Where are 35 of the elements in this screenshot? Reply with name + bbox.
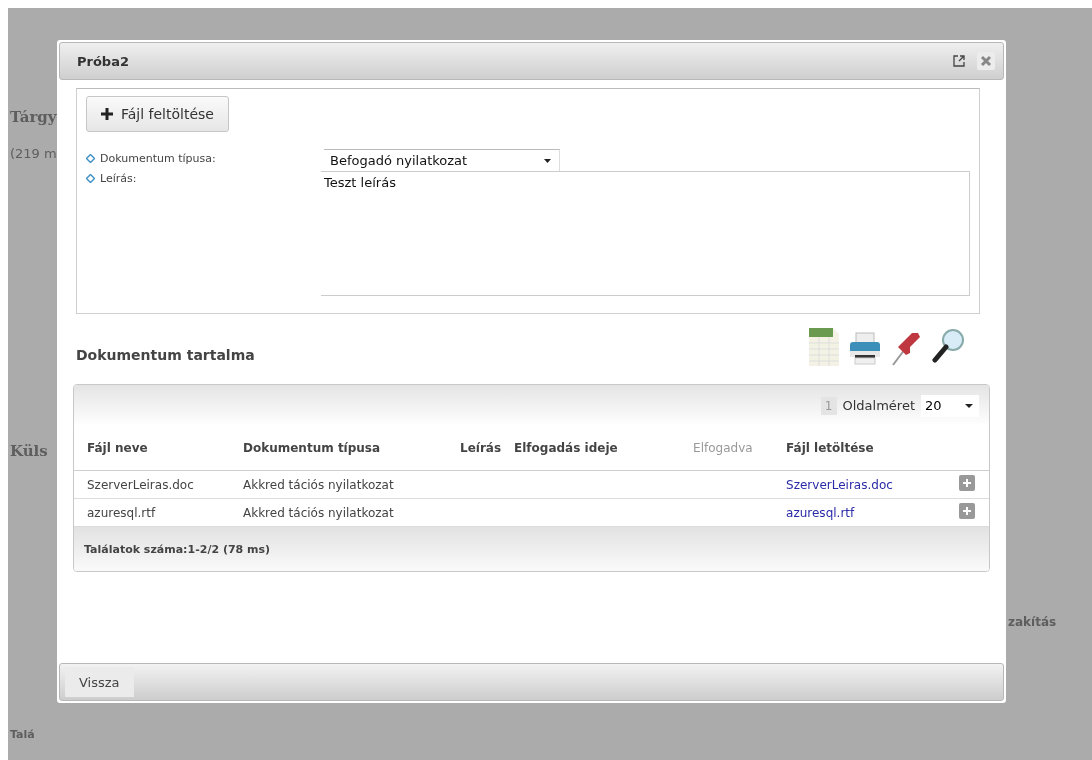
table-cell: Akkred tációs nyilatkozat xyxy=(230,498,447,527)
download-link[interactable]: SzerverLeiras.doc xyxy=(786,477,893,492)
column-header[interactable]: Fájl letöltése xyxy=(773,426,932,471)
background-text: (219 m xyxy=(10,146,57,161)
background-text: Talá xyxy=(10,728,35,741)
page-size-label: Oldalméret xyxy=(842,398,915,413)
column-header[interactable]: Elfogadás ideje xyxy=(501,426,681,471)
table-cell: azuresql.rtf xyxy=(74,498,230,527)
dialog-title: Próba2 xyxy=(77,53,129,69)
back-button[interactable]: Vissza xyxy=(65,667,134,697)
section-title: Dokumentum tartalma xyxy=(76,347,255,363)
background-text: Küls xyxy=(10,442,48,460)
upload-button[interactable]: Fájl feltöltése xyxy=(86,96,229,132)
column-header[interactable]: Fájl neve xyxy=(74,426,230,471)
table-cell: Akkred tációs nyilatkozat xyxy=(230,470,447,499)
field-label: Dokumentum típusa: xyxy=(100,151,216,165)
background-text: zakítás xyxy=(1008,615,1057,629)
caret-icon xyxy=(965,403,973,408)
table-cell: SzerverLeiras.doc xyxy=(74,470,230,499)
download-link[interactable]: azuresql.rtf xyxy=(786,505,855,520)
document-type-dropdown[interactable]: Befogadó nyilatkozat xyxy=(324,149,560,171)
spreadsheet-icon[interactable] xyxy=(808,327,840,367)
plus-icon[interactable] xyxy=(959,475,975,491)
background-text: Tárgy xyxy=(10,108,57,126)
result-count: Találatok száma:1-2/2 (78 ms) xyxy=(84,542,271,556)
page-size-dropdown[interactable]: 20 xyxy=(921,394,979,417)
caret-icon xyxy=(544,158,551,163)
plus-icon xyxy=(101,108,113,120)
close-icon[interactable] xyxy=(977,52,995,70)
plus-icon[interactable] xyxy=(959,503,975,519)
column-header[interactable]: Leírás xyxy=(447,426,502,471)
description-field[interactable]: Teszt leírás xyxy=(321,171,970,296)
popout-icon[interactable] xyxy=(953,55,965,67)
field-label: Leírás: xyxy=(100,171,137,185)
column-header[interactable]: Dokumentum típusa xyxy=(230,426,447,471)
